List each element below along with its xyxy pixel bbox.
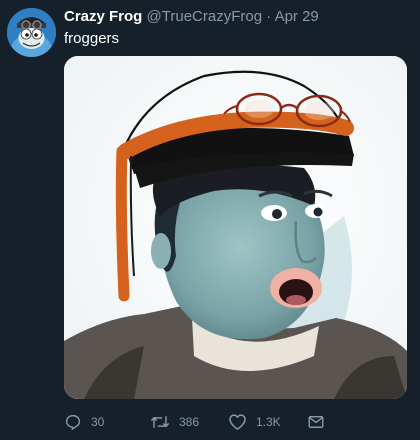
like-button[interactable]: 1.3K — [228, 412, 281, 432]
tweet-text: froggers — [64, 30, 120, 47]
tweet-header: Crazy Frog @TrueCrazyFrog · Apr 29 — [64, 8, 319, 26]
separator-dot: · — [266, 8, 272, 25]
retweet-count: 386 — [179, 415, 200, 429]
retweet-icon — [151, 416, 169, 428]
heart-icon — [229, 414, 246, 430]
tweet-date[interactable]: Apr 29 — [275, 8, 319, 25]
pogchamp-frog-helmet-drawing-icon — [64, 56, 407, 399]
crazy-frog-avatar-icon — [7, 8, 56, 57]
reply-button[interactable]: 30 — [64, 412, 104, 432]
tweet[interactable]: Crazy Frog @TrueCrazyFrog · Apr 29 frogg… — [0, 0, 420, 440]
user-handle[interactable]: @TrueCrazyFrog — [147, 8, 263, 25]
tweet-actions: 30 386 1.3K — [64, 412, 404, 432]
like-count: 1.3K — [256, 415, 281, 429]
direct-message-button[interactable] — [307, 412, 325, 432]
display-name[interactable]: Crazy Frog — [64, 8, 142, 25]
avatar[interactable] — [7, 8, 56, 57]
tweet-media-image[interactable] — [64, 56, 407, 399]
reply-icon — [65, 414, 81, 430]
reply-count: 30 — [91, 415, 105, 429]
retweet-button[interactable]: 386 — [150, 412, 199, 432]
envelope-icon — [308, 416, 324, 428]
